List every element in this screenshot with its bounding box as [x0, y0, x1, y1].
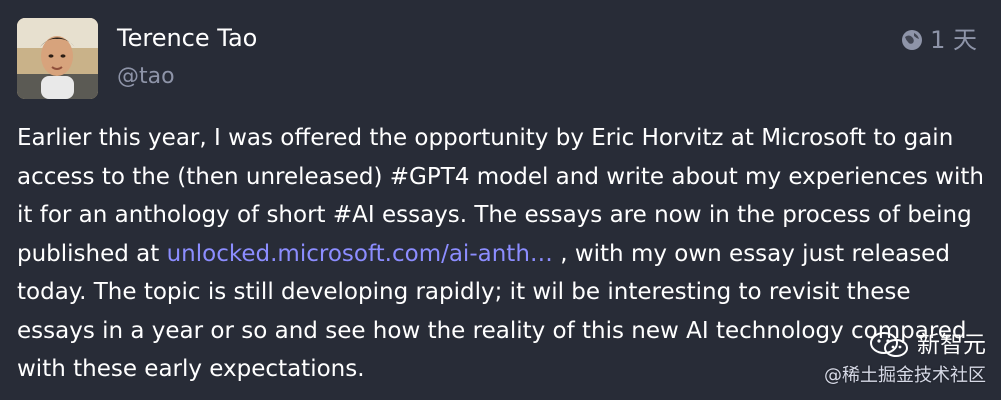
- status-meta: 1 天: [900, 24, 977, 56]
- username[interactable]: @tao: [117, 62, 175, 92]
- globe-icon: [900, 28, 924, 52]
- status-card: Terence Tao @tao 1 天 Earlier this year, …: [0, 0, 1001, 400]
- timestamp[interactable]: 1 天: [930, 24, 977, 56]
- status-content: Earlier this year, I was offered the opp…: [17, 119, 985, 389]
- status-text: Earlier this year, I was offered the opp…: [17, 119, 985, 389]
- display-name[interactable]: Terence Tao: [117, 22, 257, 54]
- avatar[interactable]: [17, 18, 98, 99]
- avatar-photo: [17, 18, 98, 99]
- status-link[interactable]: unlocked.microsoft.com/ai-anth…: [167, 241, 553, 267]
